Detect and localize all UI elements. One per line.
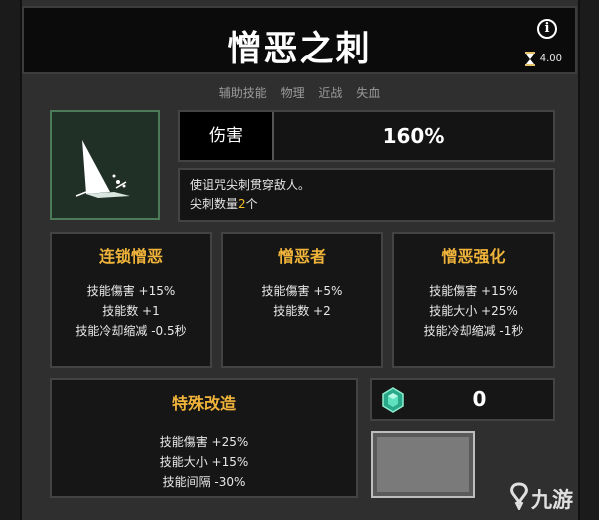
jiuyou-logo-icon [510,482,528,510]
damage-label: 伤害 [180,112,274,160]
upgrade-title: 特殊改造 [171,394,236,413]
upgrade-stat: 技能傷害 +5% [261,284,343,298]
tag: 失血 [356,86,381,100]
upgrade-title: 连锁憎恶 [98,247,163,266]
damage-value: 160% [382,124,445,148]
info-icon[interactable]: i [537,19,557,39]
upgrade-stat: 技能大小 +25% [429,304,518,318]
upgrade-card-hater[interactable]: 憎恶者 技能傷害 +5% 技能数 +2 [221,232,383,368]
description-line: 使诅咒尖刺贯穿敌人。 [190,178,311,192]
spike-count: 2 [238,197,246,211]
hourglass-icon [525,52,535,66]
tag: 近战 [318,86,343,100]
gem-icon [382,387,404,413]
watermark: 九游 [507,482,583,512]
cooldown-value: 4.00 [539,53,562,64]
currency-count: 0 [472,387,487,411]
spike-icon [75,140,130,198]
upgrade-stat: 技能冷却缩减 -1秒 [423,324,524,338]
upgrade-stat: 技能傷害 +15% [86,284,176,298]
upgrade-stat: 技能数 +1 [102,304,160,318]
upgrade-title: 憎恶强化 [441,247,506,266]
upgrade-stat: 技能傷害 +25% [159,435,249,449]
damage-row: 伤害 160% [178,110,555,162]
upgrade-title: 憎恶者 [277,247,326,266]
confirm-button[interactable] [371,431,475,498]
currency-row: 0 [370,378,555,421]
skill-title: 憎恶之刺 [227,29,372,69]
tag: 物理 [280,86,305,100]
skill-description: 使诅咒尖刺贯穿敌人。 尖刺数量2个 [178,168,555,222]
upgrade-stat: 技能数 +2 [273,304,331,318]
skill-tags: 辅助技能 物理 近战 失血 [0,84,599,101]
watermark-text: 九游 [531,488,573,512]
upgrade-card-enhance[interactable]: 憎恶强化 技能傷害 +15% 技能大小 +25% 技能冷却缩减 -1秒 [392,232,555,368]
skill-icon-frame [50,110,160,220]
upgrade-stat: 技能傷害 +15% [429,284,518,298]
upgrade-stat: 技能间隔 -30% [162,475,246,489]
tag: 辅助技能 [218,86,267,100]
description-line: 尖刺数量2个 [190,197,258,211]
upgrade-card-chain[interactable]: 连锁憎恶 技能傷害 +15% 技能数 +1 技能冷却缩减 -0.5秒 [50,232,212,368]
upgrade-stat: 技能大小 +15% [159,455,249,469]
title-bar: 憎恶之刺 i 4.00 [22,6,577,74]
upgrade-stat: 技能冷却缩减 -0.5秒 [75,324,187,338]
upgrade-card-special[interactable]: 特殊改造 技能傷害 +25% 技能大小 +15% 技能间隔 -30% [50,378,358,498]
